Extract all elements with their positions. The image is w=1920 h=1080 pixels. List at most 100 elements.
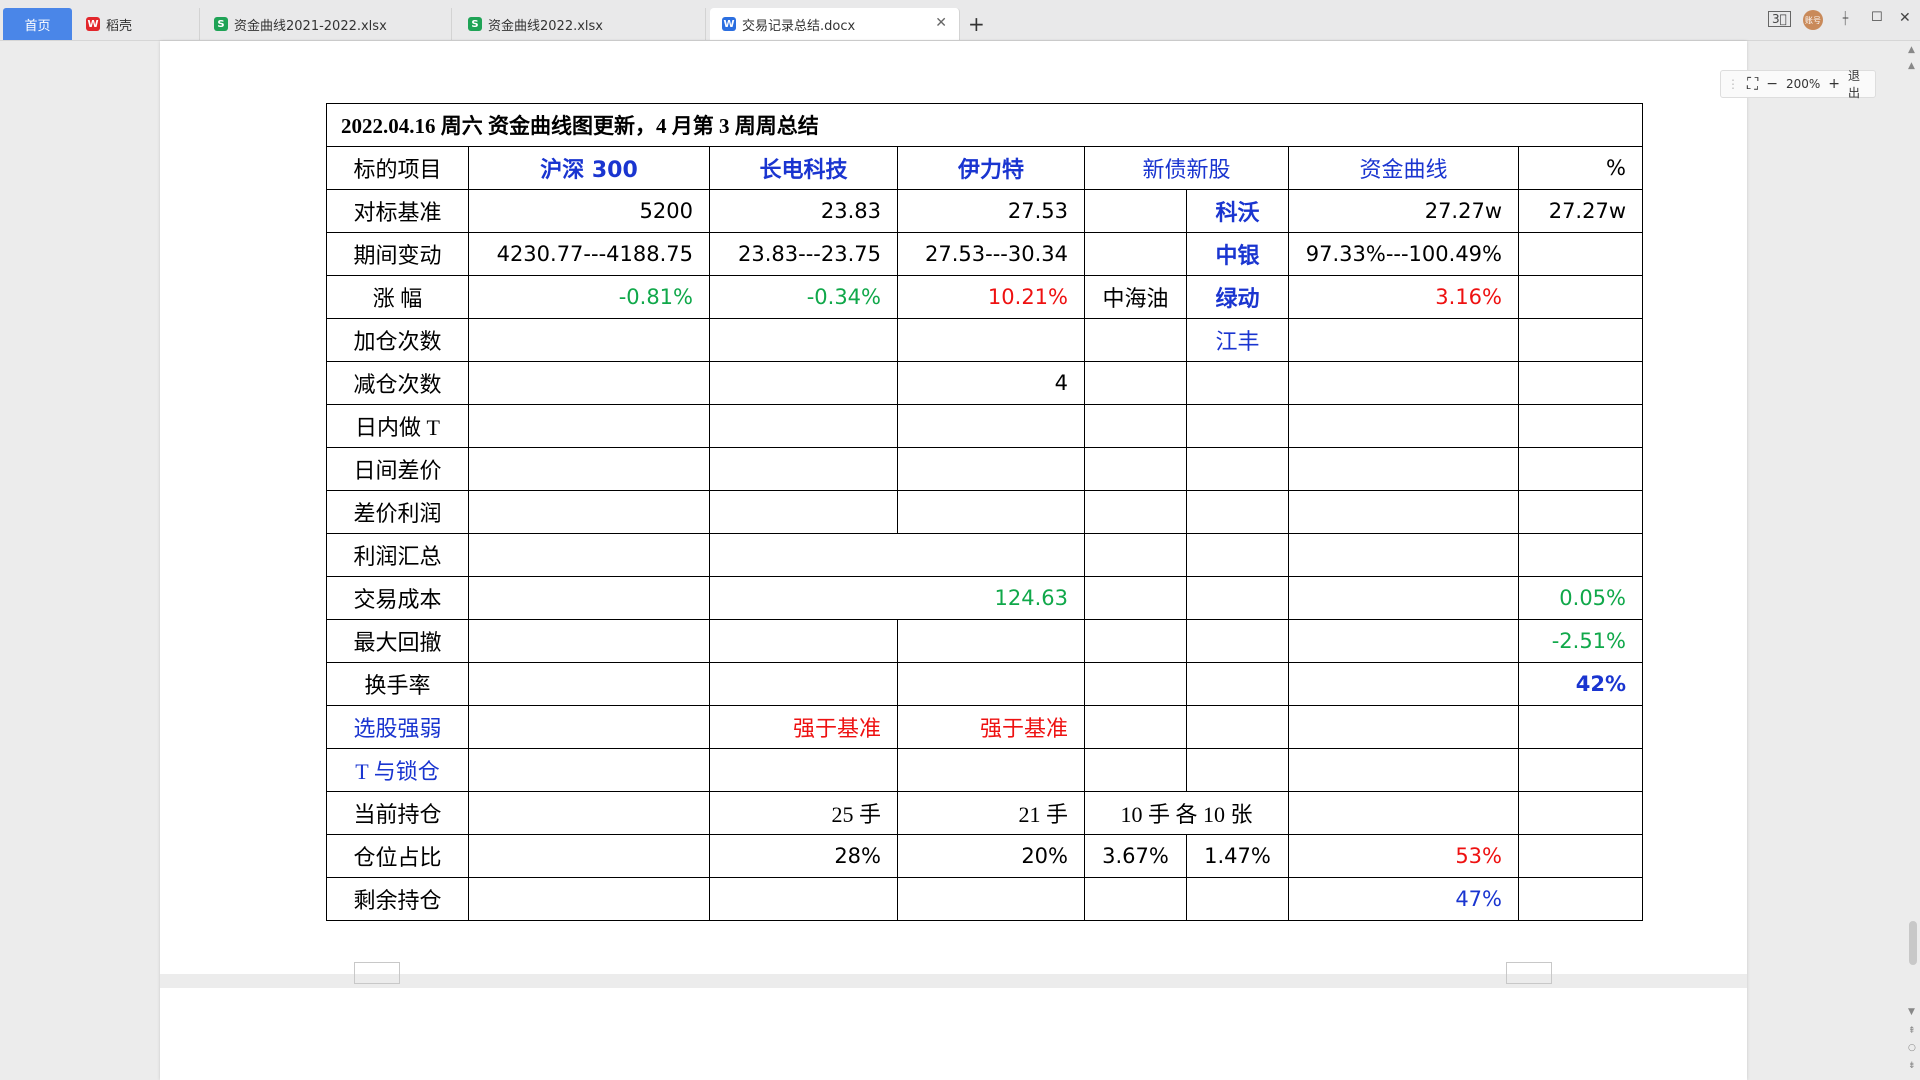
cell-empty[interactable] bbox=[897, 748, 1085, 792]
cell-header[interactable]: 伊力特 bbox=[897, 146, 1085, 190]
cell-header[interactable]: 长电科技 bbox=[709, 146, 898, 190]
fit-screen-icon[interactable]: ⛶ bbox=[1747, 74, 1758, 94]
cell-empty[interactable] bbox=[1518, 834, 1643, 878]
cell-value[interactable]: 江丰 bbox=[1186, 318, 1289, 362]
zoom-level[interactable]: 200% bbox=[1786, 77, 1820, 91]
cell-empty[interactable] bbox=[1518, 447, 1643, 491]
cell-empty[interactable] bbox=[1186, 662, 1289, 706]
cell-empty[interactable] bbox=[1288, 533, 1519, 577]
cell-value[interactable]: 23.83 bbox=[709, 189, 898, 233]
tab-xlsx-2021-2022[interactable]: S 资金曲线2021-2022.xlsx bbox=[202, 8, 452, 40]
cell-value[interactable]: 28% bbox=[709, 834, 898, 878]
cell-empty[interactable] bbox=[1084, 533, 1187, 577]
cell-empty[interactable] bbox=[1518, 533, 1643, 577]
layout-switch-icon[interactable]: 3⃣ bbox=[1768, 11, 1791, 27]
cell-value[interactable]: 绿动 bbox=[1186, 275, 1289, 319]
cell-empty[interactable] bbox=[1084, 619, 1187, 663]
cell-label[interactable]: 仓位占比 bbox=[326, 834, 469, 878]
cell-empty[interactable] bbox=[1186, 533, 1289, 577]
cell-empty[interactable] bbox=[1186, 877, 1289, 921]
cell-header[interactable]: % bbox=[1518, 146, 1643, 190]
table-title[interactable]: 2022.04.16 周六 资金曲线图更新，4 月第 3 周周总结 bbox=[326, 103, 1643, 147]
cell-label[interactable]: T 与锁仓 bbox=[326, 748, 469, 792]
cell-empty[interactable] bbox=[897, 490, 1085, 534]
cell-empty[interactable] bbox=[1084, 662, 1187, 706]
window-close-icon[interactable]: ✕ bbox=[1899, 10, 1911, 26]
cell-empty[interactable] bbox=[1186, 748, 1289, 792]
cell-empty[interactable] bbox=[468, 490, 710, 534]
cell-empty[interactable] bbox=[1288, 705, 1519, 749]
cell-empty[interactable] bbox=[1186, 576, 1289, 620]
cell-label[interactable]: 当前持仓 bbox=[326, 791, 469, 835]
cell-empty[interactable] bbox=[1084, 361, 1187, 405]
cell-empty[interactable] bbox=[1518, 275, 1643, 319]
cell-empty[interactable] bbox=[468, 834, 710, 878]
cell-empty[interactable] bbox=[468, 318, 710, 362]
cell-label[interactable]: 日间差价 bbox=[326, 447, 469, 491]
cell-empty[interactable] bbox=[1288, 662, 1519, 706]
scrollbar-thumb[interactable] bbox=[1909, 921, 1917, 965]
tab-home[interactable]: 首页 bbox=[3, 8, 72, 40]
cell-empty[interactable] bbox=[1518, 705, 1643, 749]
cell-empty[interactable] bbox=[1084, 877, 1187, 921]
cell-value[interactable]: 科沃 bbox=[1186, 189, 1289, 233]
cell-value[interactable]: 10.21% bbox=[897, 275, 1085, 319]
cell-empty[interactable] bbox=[897, 662, 1085, 706]
cell-empty[interactable] bbox=[1518, 791, 1643, 835]
cell-value[interactable]: 97.33%---100.49% bbox=[1288, 232, 1519, 276]
cell-value[interactable]: 20% bbox=[897, 834, 1085, 878]
cell-empty[interactable] bbox=[1288, 447, 1519, 491]
cell-empty[interactable] bbox=[1084, 705, 1187, 749]
cell-value[interactable]: -0.34% bbox=[709, 275, 898, 319]
zoom-out-icon[interactable]: − bbox=[1766, 76, 1778, 92]
cell-empty[interactable] bbox=[468, 404, 710, 448]
cell-label[interactable]: 期间变动 bbox=[326, 232, 469, 276]
cell-empty[interactable] bbox=[709, 619, 898, 663]
cell-empty[interactable] bbox=[1084, 447, 1187, 491]
cell-value[interactable]: 4230.77---4188.75 bbox=[468, 232, 710, 276]
cell-empty[interactable] bbox=[468, 791, 710, 835]
close-icon[interactable]: ✕ bbox=[935, 15, 947, 31]
cell-empty[interactable] bbox=[1186, 705, 1289, 749]
cell-empty[interactable] bbox=[1186, 490, 1289, 534]
scroll-up-icon[interactable]: ▲ bbox=[1908, 61, 1915, 71]
tab-docx-active[interactable]: W 交易记录总结.docx ✕ bbox=[710, 8, 960, 40]
cell-label[interactable]: 减仓次数 bbox=[326, 361, 469, 405]
cell-label[interactable]: 涨 幅 bbox=[326, 275, 469, 319]
cell-empty[interactable] bbox=[1518, 361, 1643, 405]
cell-label[interactable]: 交易成本 bbox=[326, 576, 469, 620]
cell-empty[interactable] bbox=[709, 662, 898, 706]
cell-empty[interactable] bbox=[1084, 189, 1187, 233]
cell-empty[interactable] bbox=[1186, 404, 1289, 448]
cell-value[interactable]: 27.27w bbox=[1518, 189, 1643, 233]
cell-empty[interactable] bbox=[1288, 318, 1519, 362]
cell-value[interactable]: 1.47% bbox=[1186, 834, 1289, 878]
cell-value[interactable]: 23.83---23.75 bbox=[709, 232, 898, 276]
cell-empty[interactable] bbox=[1518, 232, 1643, 276]
cell-empty[interactable] bbox=[709, 490, 898, 534]
cell-label[interactable]: 对标基准 bbox=[326, 189, 469, 233]
cell-empty[interactable] bbox=[1518, 404, 1643, 448]
cell-empty[interactable] bbox=[1084, 404, 1187, 448]
cell-header[interactable]: 沪深 300 bbox=[468, 146, 710, 190]
cell-empty[interactable] bbox=[468, 361, 710, 405]
cell-empty[interactable] bbox=[1288, 361, 1519, 405]
cell-empty[interactable] bbox=[1288, 490, 1519, 534]
cell-value[interactable]: 5200 bbox=[468, 189, 710, 233]
exit-button[interactable]: 退出 bbox=[1848, 67, 1867, 101]
cell-empty[interactable] bbox=[1518, 877, 1643, 921]
next-page-icon[interactable]: ⇟ bbox=[1908, 1061, 1916, 1071]
cell-label[interactable]: 剩余持仓 bbox=[326, 877, 469, 921]
cell-empty[interactable] bbox=[897, 318, 1085, 362]
cell-label[interactable]: 日内做 T bbox=[326, 404, 469, 448]
cell-empty[interactable] bbox=[1518, 748, 1643, 792]
tab-daoke[interactable]: W 稻壳 bbox=[74, 8, 200, 40]
prev-page-icon[interactable]: ⇞ bbox=[1908, 1026, 1916, 1036]
cell-empty[interactable] bbox=[1084, 232, 1187, 276]
cell-header[interactable]: 资金曲线 bbox=[1288, 146, 1519, 190]
cell-empty[interactable] bbox=[709, 533, 1085, 577]
cell-empty[interactable] bbox=[709, 318, 898, 362]
cell-value[interactable]: 27.53 bbox=[897, 189, 1085, 233]
cell-empty[interactable] bbox=[709, 877, 898, 921]
cell-empty[interactable] bbox=[897, 404, 1085, 448]
